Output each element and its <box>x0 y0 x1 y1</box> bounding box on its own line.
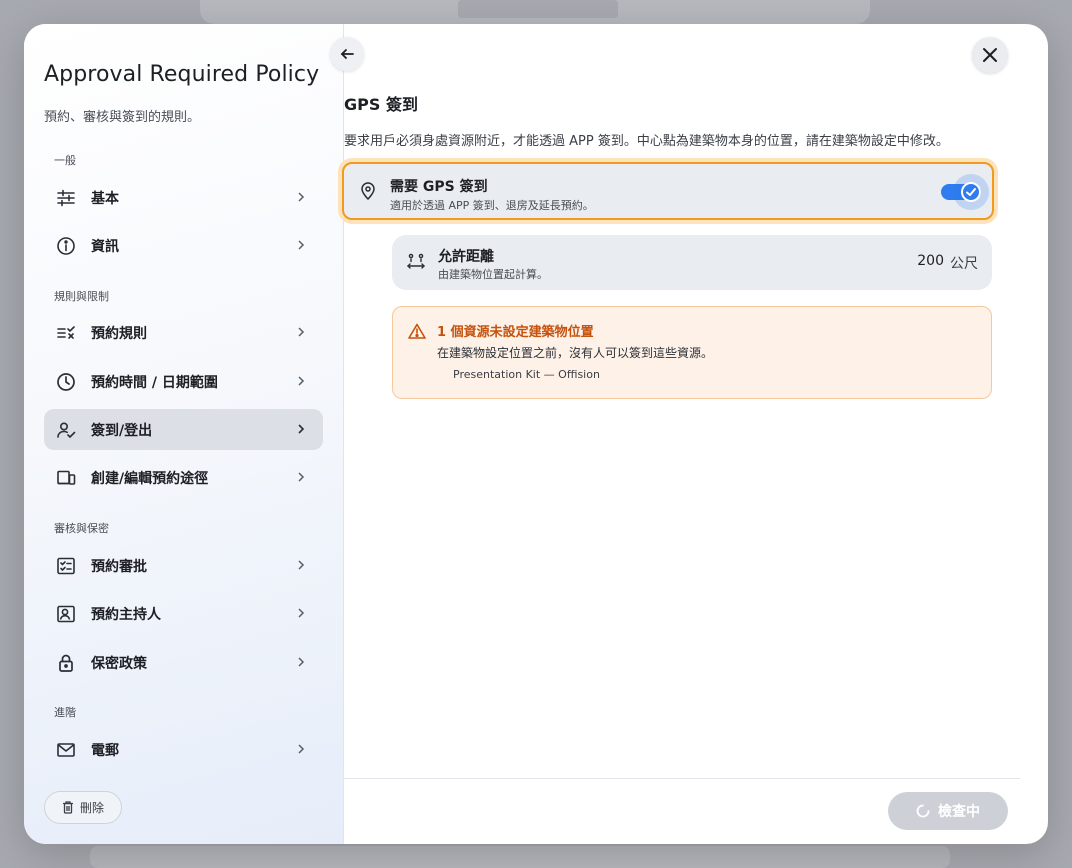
section-rules: 規則與限制 <box>54 290 109 303</box>
policy-title: Approval Required Policy <box>44 62 320 87</box>
backdrop-header-text <box>458 0 618 18</box>
location-pin-icon <box>361 182 375 200</box>
gps-setting-title: 需要 GPS 簽到 <box>390 179 488 195</box>
section-description: 要求用戶必須身處資源附近，才能透過 APP 簽到。中心點為建築物本身的位置，請在… <box>344 134 949 149</box>
sidebar-item-label: 電郵 <box>91 742 119 759</box>
delete-label: 刪除 <box>79 801 104 815</box>
back-button[interactable] <box>330 37 364 71</box>
chevron-right-icon <box>298 376 305 386</box>
section-general: 一般 <box>54 154 76 167</box>
backdrop-footer <box>90 846 950 868</box>
chevron-right-icon <box>298 472 305 482</box>
sidebar-item-booking-rules[interactable]: 預約規則 <box>44 312 323 353</box>
arrow-left-icon <box>340 49 354 59</box>
chevron-right-icon <box>298 608 305 618</box>
sidebar-item-email[interactable]: 電郵 <box>44 729 323 770</box>
footer-divider <box>344 778 1020 779</box>
warning-resource: Presentation Kit — Offision <box>453 368 600 381</box>
distance-unit: 公尺 <box>950 256 978 272</box>
policy-modal: Approval Required Policy 預約、審核與簽到的規則。 一般… <box>24 24 1048 844</box>
sidebar-item-label: 資訊 <box>91 238 119 255</box>
chevron-right-icon <box>298 240 305 250</box>
distance-title: 允許距離 <box>438 249 494 265</box>
policy-subtitle: 預約、審核與簽到的規則。 <box>44 110 201 125</box>
trash-icon <box>62 801 73 814</box>
close-icon <box>983 48 997 62</box>
sidebar-item-label: 簽到/登出 <box>91 422 153 439</box>
allowed-distance-setting[interactable]: 允許距離 由建築物位置起計算。 200 公尺 <box>392 235 992 290</box>
sidebar-item-check-in[interactable]: 簽到/登出 <box>44 409 323 450</box>
clock-icon <box>55 371 77 393</box>
checking-label: 檢查中 <box>938 804 980 820</box>
sidebar-item-booking-time[interactable]: 預約時間 / 日期範圍 <box>44 361 323 402</box>
main-panel: GPS 簽到 要求用戶必須身處資源附近，才能透過 APP 簽到。中心點為建築物本… <box>330 24 1048 844</box>
chevron-right-icon <box>298 327 305 337</box>
host-icon <box>55 603 77 625</box>
chevron-right-icon <box>298 744 305 754</box>
sidebar-item-label: 預約主持人 <box>91 606 161 623</box>
check-icon <box>966 188 976 197</box>
gps-toggle[interactable] <box>941 174 989 210</box>
spinner-icon <box>916 804 930 818</box>
sidebar-item-label: 預約審批 <box>91 558 147 575</box>
close-button[interactable] <box>972 37 1008 73</box>
location-warning: 1 個資源未設定建築物位置 在建築物設定位置之前，沒有人可以簽到這些資源。 Pr… <box>392 306 992 399</box>
sidebar-item-label: 預約規則 <box>91 325 147 342</box>
sliders-icon <box>55 187 77 209</box>
section-title: GPS 簽到 <box>344 95 418 114</box>
checklist-icon <box>55 555 77 577</box>
section-approval: 審核與保密 <box>54 522 109 535</box>
toggle-knob <box>961 182 981 202</box>
sidebar-item-basic[interactable]: 基本 <box>44 177 323 218</box>
sidebar-item-info[interactable]: 資訊 <box>44 225 323 266</box>
sidebar-item-booking-channels[interactable]: 創建/編輯預約途徑 <box>44 457 323 498</box>
gps-setting-subtitle: 適用於透過 APP 簽到、退房及延長預約。 <box>390 199 594 212</box>
distance-icon <box>407 253 425 269</box>
distance-subtitle: 由建築物位置起計算。 <box>438 268 548 281</box>
distance-value: 200 <box>917 253 944 269</box>
section-advanced: 進階 <box>54 706 76 719</box>
warning-icon <box>408 323 426 339</box>
warning-title: 1 個資源未設定建築物位置 <box>437 325 594 340</box>
chevron-right-icon <box>298 192 305 202</box>
rules-icon <box>55 322 77 344</box>
mail-icon <box>55 739 77 761</box>
checking-button[interactable]: 檢查中 <box>888 792 1008 830</box>
warning-message: 在建築物設定位置之前，沒有人可以簽到這些資源。 <box>437 346 714 360</box>
sidebar-item-label: 創建/編輯預約途徑 <box>91 470 209 487</box>
sidebar-item-approval[interactable]: 預約審批 <box>44 545 323 586</box>
chevron-right-icon <box>298 657 305 667</box>
sidebar-item-privacy[interactable]: 保密政策 <box>44 642 323 683</box>
sidebar: Approval Required Policy 預約、審核與簽到的規則。 一般… <box>24 24 344 844</box>
delete-button[interactable]: 刪除 <box>44 791 122 824</box>
sidebar-item-label: 保密政策 <box>91 655 147 672</box>
person-check-icon <box>55 419 77 441</box>
sidebar-item-host[interactable]: 預約主持人 <box>44 593 323 634</box>
info-icon <box>55 235 77 257</box>
sidebar-item-label: 基本 <box>91 190 119 207</box>
sidebar-item-label: 預約時間 / 日期範圍 <box>91 374 218 391</box>
chevron-right-icon <box>298 424 305 434</box>
chevron-right-icon <box>298 560 305 570</box>
devices-icon <box>55 467 77 489</box>
lock-icon <box>55 652 77 674</box>
gps-check-in-setting[interactable]: 需要 GPS 簽到 適用於透過 APP 簽到、退房及延長預約。 <box>342 162 994 220</box>
